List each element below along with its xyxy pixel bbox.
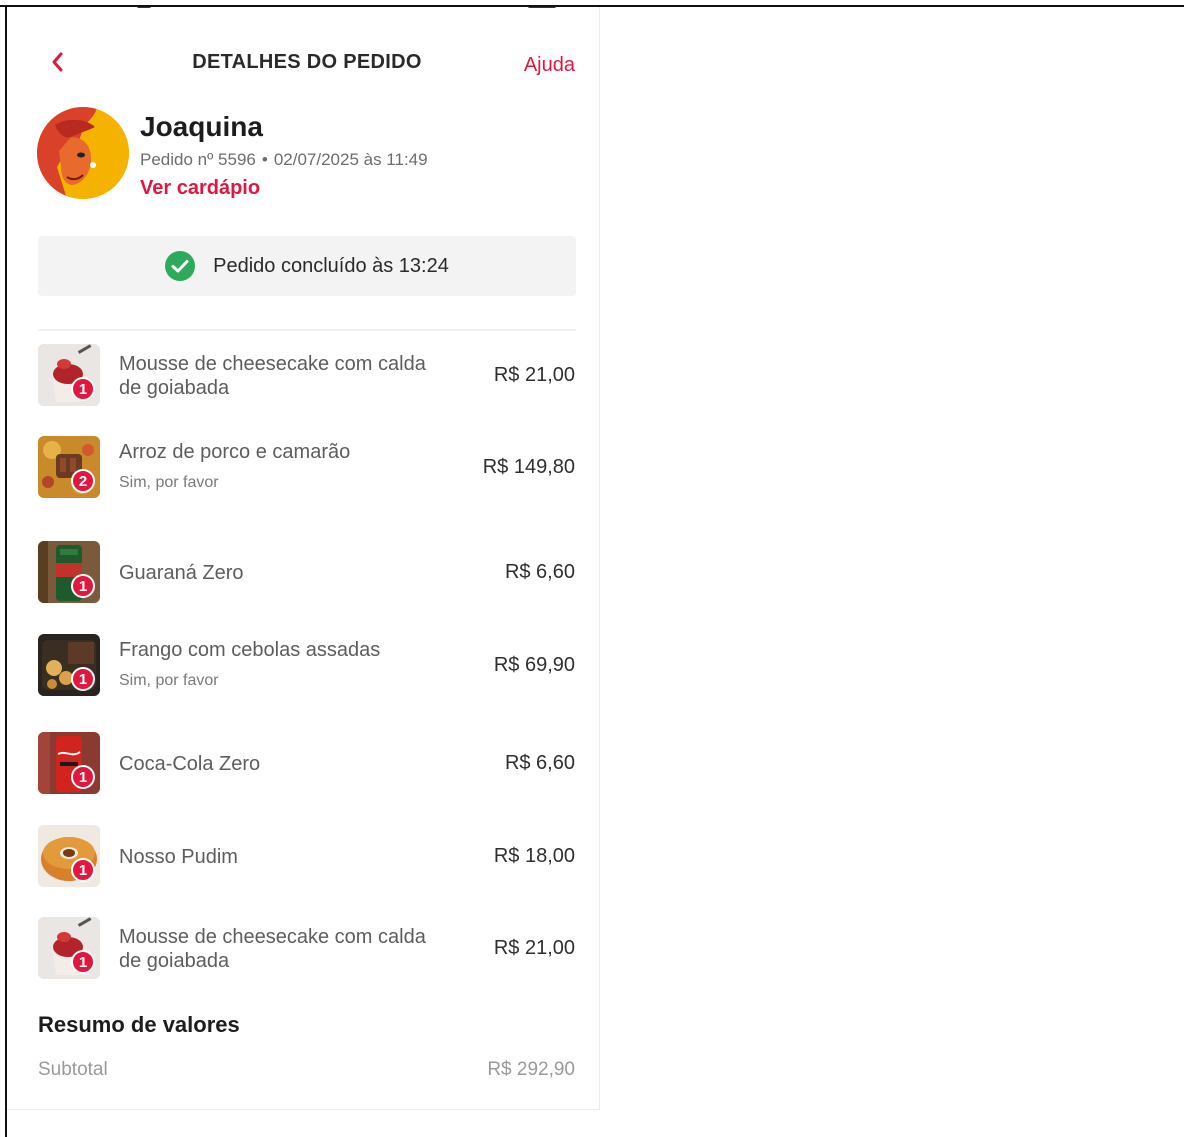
order-number: Pedido nº 5596: [140, 150, 256, 169]
item-name: Arroz de porco e camarão: [119, 441, 351, 463]
store-logo-illustration: [37, 107, 129, 199]
item-price: R$ 18,00: [493, 845, 575, 867]
order-item[interactable]: 1 Mousse de cheesecake com calda de goia…: [7, 344, 599, 408]
view-menu-link[interactable]: Ver cardápio: [140, 177, 260, 200]
store-name: Joaquina: [140, 111, 263, 142]
quantity-badge: 1: [71, 574, 95, 598]
back-button[interactable]: [43, 47, 73, 77]
meta-separator: •: [261, 150, 268, 169]
item-name: Mousse de cheesecake com calda de goiaba…: [119, 353, 426, 399]
status-time-glyphs: [136, 7, 152, 8]
order-item[interactable]: 1 Coca-Cola Zero R$ 6,60: [7, 732, 599, 796]
status-bar: [7, 7, 599, 13]
item-price: R$ 149,80: [482, 456, 575, 478]
subtotal-label: Subtotal: [38, 1059, 108, 1080]
quantity-badge: 1: [71, 377, 95, 401]
order-item[interactable]: 1 Nosso Pudim R$ 18,00: [7, 825, 599, 889]
item-name: Nosso Pudim: [119, 846, 238, 868]
status-icons: [527, 7, 557, 8]
item-note: Sim, por favor: [119, 474, 219, 491]
order-datetime: 02/07/2025 às 11:49: [273, 150, 428, 169]
order-status-text: Pedido concluído às 13:24: [213, 254, 449, 277]
item-price: R$ 21,00: [493, 937, 575, 959]
item-name: Mousse de cheesecake com calda de goiaba…: [119, 926, 426, 972]
item-price: R$ 6,60: [504, 561, 575, 583]
order-meta: Pedido nº 5596 • 02/07/2025 às 11:49: [140, 150, 428, 170]
header: DETALHES DO PEDIDO Ajuda: [7, 45, 599, 85]
help-link[interactable]: Ajuda: [524, 54, 575, 77]
store-header: Joaquina Pedido nº 5596 • 02/07/2025 às 11…: [7, 107, 599, 207]
order-item[interactable]: 2 Arroz de porco e camarão Sim, por favo…: [7, 436, 599, 500]
item-price: R$ 21,00: [493, 364, 575, 386]
order-item[interactable]: 1 Guaraná Zero R$ 6,60: [7, 541, 599, 605]
quantity-badge: 1: [71, 858, 95, 882]
item-name: Coca-Cola Zero: [119, 753, 261, 775]
summary-title: Resumo de valores: [38, 1012, 240, 1037]
quantity-badge: 1: [71, 667, 95, 691]
quantity-badge: 1: [71, 765, 95, 789]
store-avatar[interactable]: [37, 107, 129, 199]
page-title: DETALHES DO PEDIDO: [192, 51, 422, 73]
order-item[interactable]: 1 Frango com cebolas assadas Sim, por fa…: [7, 634, 599, 698]
quantity-badge: 1: [71, 950, 95, 974]
item-name: Guaraná Zero: [119, 562, 244, 584]
check-circle-icon: [165, 251, 196, 281]
item-note: Sim, por favor: [119, 672, 219, 689]
subtotal-value: R$ 292,90: [487, 1059, 575, 1080]
section-divider: [38, 329, 576, 331]
quantity-badge: 2: [71, 469, 95, 493]
item-price: R$ 69,90: [493, 654, 575, 676]
order-item[interactable]: 1 Mousse de cheesecake com calda de goia…: [7, 917, 599, 981]
order-status-banner: Pedido concluído às 13:24: [38, 236, 576, 296]
order-details-screen: DETALHES DO PEDIDO Ajuda Joaquina Pedido…: [7, 7, 600, 1110]
item-name: Frango com cebolas assadas: [119, 639, 381, 661]
item-price: R$ 6,60: [504, 752, 575, 774]
chevron-left-icon: [52, 52, 63, 72]
